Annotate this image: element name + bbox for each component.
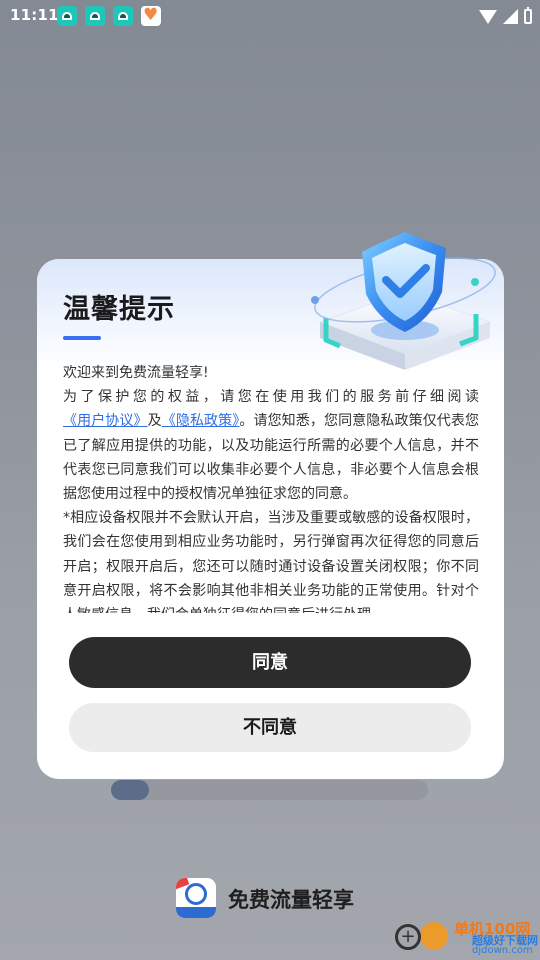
app-name: 免费流量轻享: [228, 888, 354, 912]
loading-progress-bar: [111, 780, 428, 800]
dialog-body[interactable]: 欢迎来到免费流量轻享! 为了保护您的权益，请您在使用我们的服务前仔细阅读《用户协…: [63, 361, 479, 613]
user-agreement-link[interactable]: 《用户协议》: [63, 413, 148, 429]
heart-app-icon: [141, 5, 161, 26]
site-watermark: + 单机100网 超级好下载网 djdown.com: [390, 918, 540, 960]
permission-paragraph: *相应设备权限并不会默认开启，当涉及重要或敏感的设备权限时，我们会在您使用到相应…: [63, 510, 479, 613]
watermark-line3: djdown.com: [472, 945, 533, 956]
dialog-title: 温馨提示: [63, 294, 175, 325]
loading-progress-fill: [111, 780, 150, 800]
privacy-paragraph: 为了保护您的权益，请您在使用我们的服务前仔细阅读《用户协议》及《隐私政策》。请您…: [63, 385, 479, 506]
battery-icon: [524, 6, 532, 24]
wifi-icon: [479, 10, 497, 24]
status-bar: 11:11: [0, 0, 540, 32]
and-text: 及: [147, 413, 162, 430]
disagree-button[interactable]: 不同意: [69, 703, 471, 752]
status-icons: [479, 6, 532, 26]
title-underline: [63, 336, 101, 340]
privacy-policy-link[interactable]: 《隐私政策》: [162, 413, 240, 429]
app-logo-icon: [176, 878, 216, 918]
signal-icon: [503, 8, 518, 24]
app-notification-icon: [85, 6, 105, 26]
app-notification-icon: [57, 6, 77, 26]
app-notification-icon: [113, 6, 133, 26]
paragraph-text: 为了保护您的权益，请您在使用我们的服务前仔细阅读: [63, 389, 479, 406]
watermark-logo: [420, 922, 448, 950]
watermark-plus-icon: +: [395, 924, 421, 950]
status-time: 11:11: [10, 6, 59, 24]
agree-button[interactable]: 同意: [69, 637, 471, 688]
shield-check-icon: [311, 232, 496, 370]
